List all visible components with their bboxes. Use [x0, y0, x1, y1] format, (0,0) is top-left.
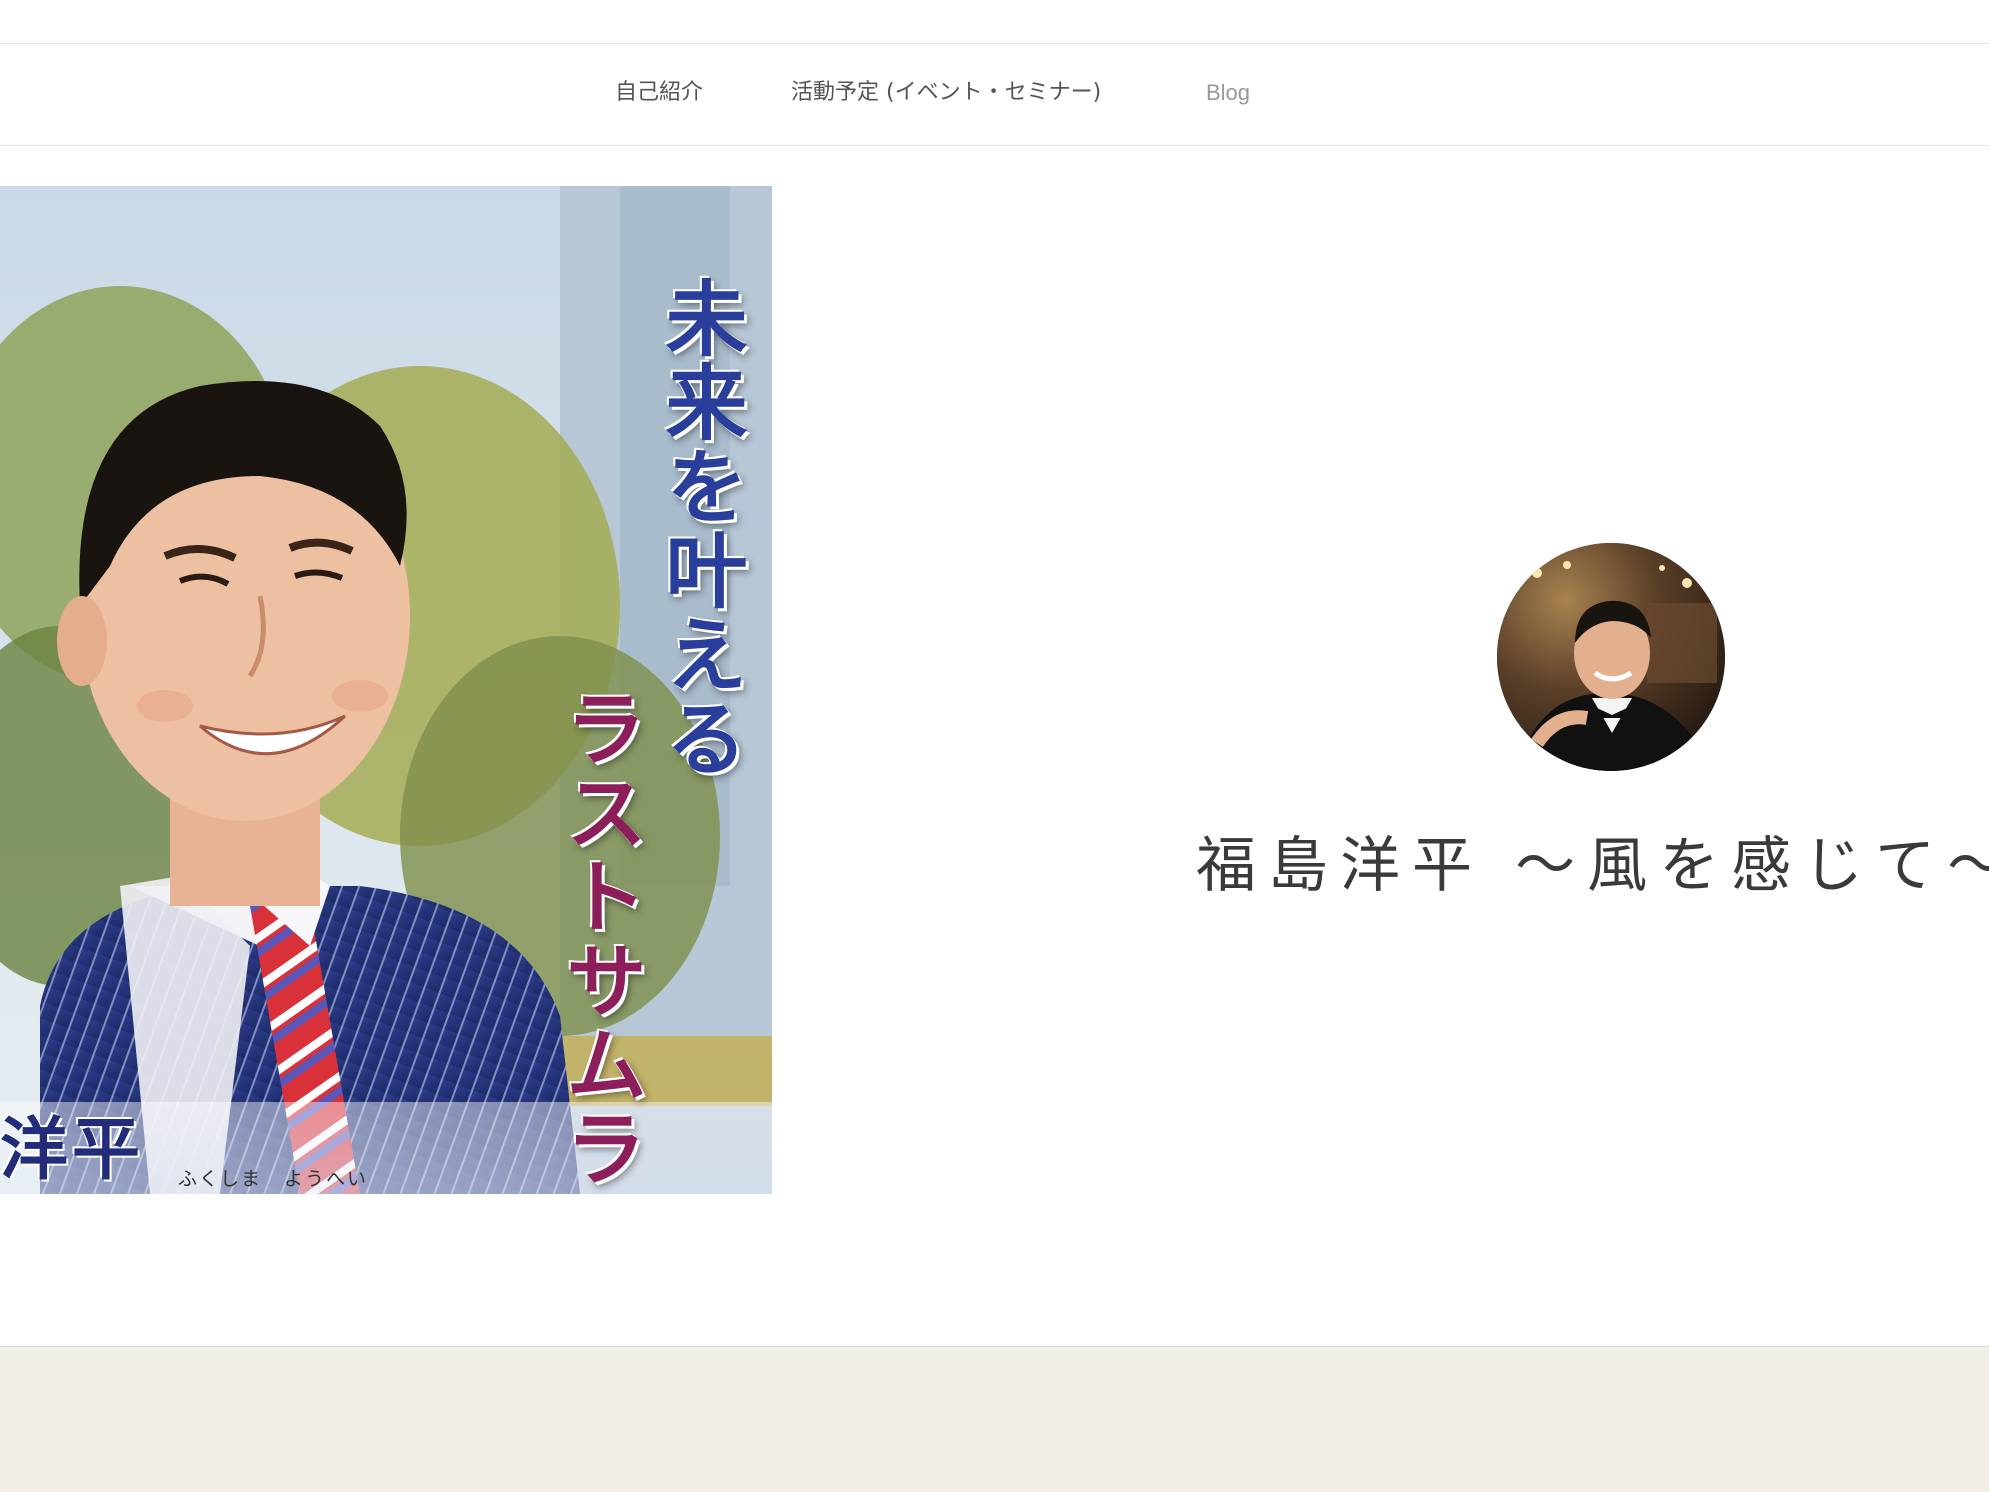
profile-avatar[interactable]: [1497, 543, 1725, 771]
hero-section: 未来を叶える ラストサムライ 洋平 ふくしま ようへい 福島洋平 ～風を感じて～: [0, 146, 1989, 1347]
hero-banner-image: 未来を叶える ラストサムライ 洋平 ふくしま ようへい: [0, 186, 772, 1194]
main-navigation: 自己紹介 活動予定 (イベント・セミナー) Blog: [0, 44, 1989, 146]
profile-photo-icon: [1497, 543, 1725, 771]
page: 自己紹介 活動予定 (イベント・セミナー) Blog 未来を叶える ラストサムラ…: [0, 0, 1989, 1492]
banner-name-reading: ふくしま ようへい: [178, 1168, 369, 1190]
site-title: 福島洋平 ～風を感じて～: [1196, 831, 1989, 901]
nav-item-about[interactable]: 自己紹介: [615, 78, 703, 108]
top-strip: [0, 0, 1989, 44]
banner-tagline-line2: ラストサムライ: [551, 686, 647, 1194]
nav-item-schedule[interactable]: 活動予定 (イベント・セミナー): [791, 78, 1101, 108]
footer-band: [0, 1347, 1989, 1492]
banner-name: 洋平: [0, 1110, 145, 1190]
nav-item-blog[interactable]: Blog: [1206, 78, 1250, 108]
